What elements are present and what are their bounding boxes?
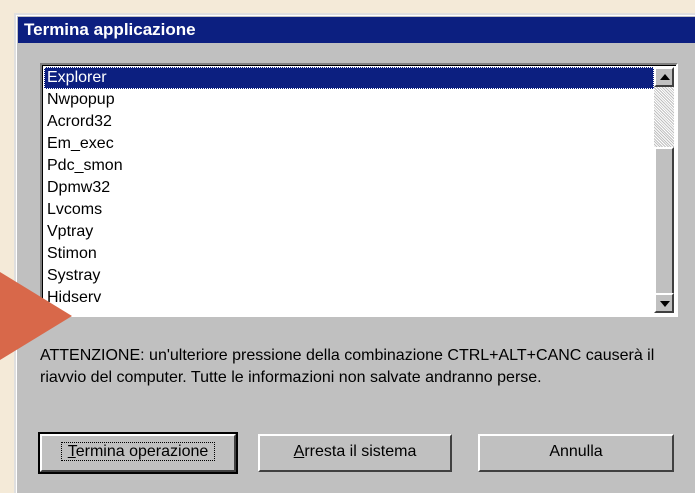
callout-arrow [0,272,72,360]
arrow-down-icon [660,301,670,307]
process-list[interactable]: Explorer Nwpopup Acrord32 Em_exec Pdc_smon Dp… [40,63,678,317]
cancel-button[interactable]: Annulla [478,434,674,472]
scroll-thumb[interactable] [654,147,674,297]
process-list-item[interactable]: Systray [44,265,654,287]
scroll-down-button[interactable] [654,293,674,313]
warning-message: ATTENZIONE: un'ulteriore pressione della… [40,347,655,386]
shutdown-label: Arresta il sistema [293,443,417,460]
title-bar[interactable]: Termina applicazione [18,17,695,43]
end-task-button[interactable]: Termina operazione [38,432,238,474]
shutdown-button[interactable]: Arresta il sistema [258,434,452,472]
process-list-item[interactable]: Em_exec [44,133,654,155]
end-task-label: Termina operazione [60,442,216,461]
process-list-item[interactable]: Hidserv [44,287,654,309]
process-list-item[interactable]: Stimon [44,243,654,265]
arrow-up-icon [660,74,670,80]
process-list-items: Explorer Nwpopup Acrord32 Em_exec Pdc_smon Dp… [44,67,654,309]
process-list-item[interactable]: Dpmw32 [44,177,654,199]
process-list-item[interactable]: Lvcoms [44,199,654,221]
process-list-item[interactable]: Explorer [44,67,654,89]
end-task-dialog: Termina applicazione Explorer Nwpopup Acro… [14,13,695,493]
scroll-up-button[interactable] [654,67,674,87]
process-list-item[interactable]: Vptray [44,221,654,243]
process-list-item[interactable]: Acrord32 [44,111,654,133]
process-list-item[interactable]: Pdc_smon [44,155,654,177]
vertical-scrollbar[interactable] [654,67,674,313]
process-list-item[interactable]: Nwpopup [44,89,654,111]
cancel-label: Annulla [549,443,603,460]
window-title: Termina applicazione [24,20,196,39]
